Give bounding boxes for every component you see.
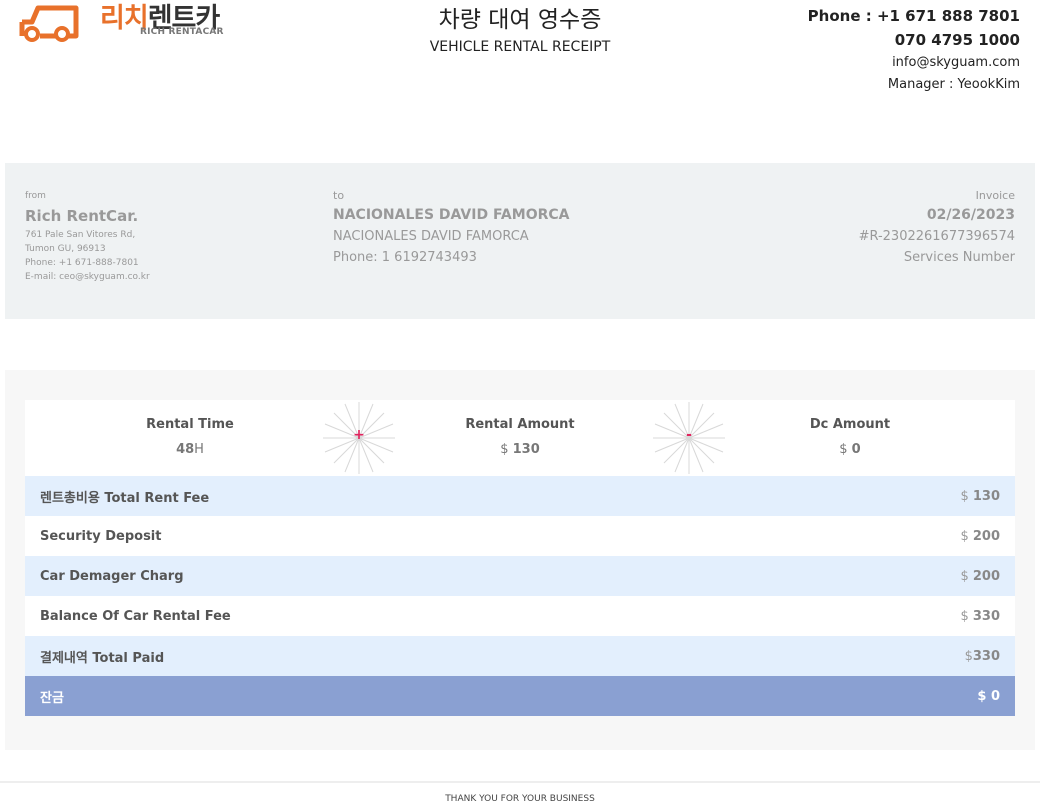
from-company-name: Rich RentCar. [25, 207, 139, 225]
balance-label: 잔금 [40, 690, 64, 706]
balance-row: 잔금 $ 0 [25, 676, 1015, 716]
contact-email: info@skyguam.com [892, 55, 1020, 70]
stat-dc-amount-value: $ 0 [839, 442, 861, 457]
receipt-header: 리치렌트카 RICH RENTACAR 차량 대여 영수증 VEHICLE RE… [0, 0, 1040, 120]
from-phone: Phone: +1 671-888-7801 [25, 258, 139, 268]
to-block: to NACIONALES DAVID FAMORCA NACIONALES D… [333, 189, 570, 265]
contact-phone-primary: Phone : +1 671 888 7801 [807, 7, 1020, 25]
invoice-date: 02/26/2023 [926, 207, 1015, 223]
stat-rental-amount: Rental Amount $ 130 [355, 417, 685, 457]
stat-dc-amount-label: Dc Amount [809, 417, 891, 432]
from-block: from Rich RentCar. 761 Pale San Vitores … [25, 191, 150, 284]
to-label: to [333, 189, 345, 202]
stat-rental-time-label: Rental Time [146, 417, 234, 432]
row-label-balance-rental-fee: Balance Of Car Rental Fee [40, 608, 231, 624]
row-label-security-deposit: Security Deposit [40, 528, 162, 544]
row-amount-total-rent-fee: $ 130 [960, 488, 1000, 504]
to-customer-name-secondary: NACIONALES DAVID FAMORCA [333, 229, 529, 244]
table-row: 결제내역 Total Paid $330 [25, 636, 1015, 676]
from-address-line1: 761 Pale San Vitores Rd, [25, 230, 136, 240]
invoice-number: #R-2302261677396574 [858, 229, 1015, 244]
table-row: Security Deposit $ 200 [25, 516, 1015, 556]
stat-rental-amount-value: $ 130 [500, 442, 540, 457]
to-customer-name: NACIONALES DAVID FAMORCA [333, 207, 570, 223]
row-label-total-paid: 결제내역 Total Paid [40, 650, 165, 666]
row-label-total-rent-fee: 렌트총비용 Total Rent Fee [40, 490, 210, 506]
stat-rental-amount-label: Rental Amount [465, 417, 575, 432]
summary-panel: Rental Time 48H + Rental Amount $ 130 - … [5, 370, 1035, 750]
rental-stats-bar: Rental Time 48H + Rental Amount $ 130 - … [25, 400, 1015, 476]
stat-rental-time: Rental Time 48H [25, 417, 355, 457]
table-row: Car Demager Charg $ 200 [25, 556, 1015, 596]
billing-info-band: from Rich RentCar. 761 Pale San Vitores … [5, 163, 1035, 319]
row-amount-car-damage-charge: $ 200 [960, 568, 1000, 584]
row-amount-security-deposit: $ 200 [960, 528, 1000, 544]
stat-dc-amount: Dc Amount $ 0 [685, 417, 1015, 457]
row-label-car-damage-charge: Car Demager Charg [40, 568, 184, 584]
footer-thank-you: THANK YOU FOR YOUR BUSINESS [445, 794, 595, 804]
invoice-block: Invoice 02/26/2023 #R-2302261677396574 S… [859, 189, 1015, 265]
from-label: from [25, 191, 46, 201]
invoice-services-label: Services Number [903, 250, 1015, 265]
stat-rental-time-value: 48H [176, 442, 204, 457]
from-address-line2: Tumon GU, 96913 [25, 244, 106, 254]
table-row: 렌트총비용 Total Rent Fee $ 130 [25, 476, 1015, 516]
contact-manager: Manager : YeookKim [887, 77, 1020, 92]
table-row: Balance Of Car Rental Fee $ 330 [25, 596, 1015, 636]
fee-breakdown-table: 렌트총비용 Total Rent Fee $ 130 Security Depo… [25, 476, 1015, 716]
footer-divider [0, 781, 1040, 783]
from-email: E-mail: ceo@skyguam.co.kr [25, 272, 150, 282]
company-contact: Phone : +1 671 888 7801 070 4795 1000 in… [808, 4, 1020, 96]
row-amount-total-paid: $330 [964, 648, 1000, 664]
balance-amount: $ 0 [977, 688, 1000, 704]
to-phone: Phone: 1 6192743493 [333, 250, 477, 265]
contact-phone-secondary: 070 4795 1000 [894, 31, 1020, 49]
row-amount-balance-rental-fee: $ 330 [960, 608, 1000, 624]
invoice-label: Invoice [975, 189, 1015, 202]
